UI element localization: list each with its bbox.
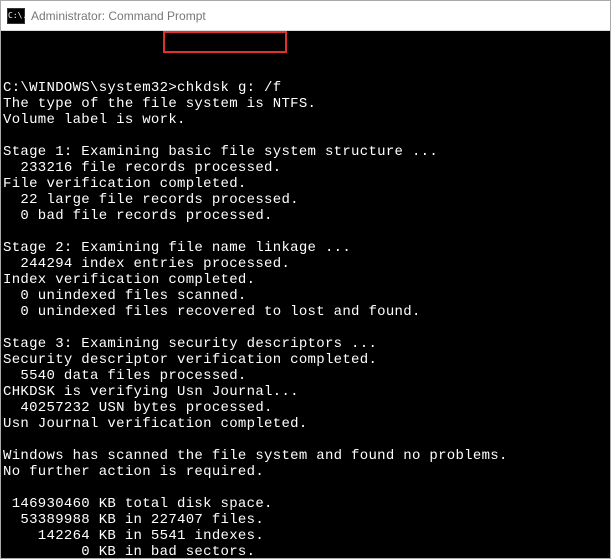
window-title: Administrator: Command Prompt <box>31 9 206 23</box>
typed-command: chkdsk g: /f <box>177 80 281 96</box>
terminal-output: The type of the file system is NTFS. Vol… <box>3 96 508 558</box>
prompt-line: C:\WINDOWS\system32>chkdsk g: /f <box>3 80 608 96</box>
app-icon: C:\. <box>7 8 25 24</box>
command-prompt-window: C:\. Administrator: Command Prompt C:\WI… <box>0 0 611 559</box>
titlebar[interactable]: C:\. Administrator: Command Prompt <box>1 1 610 31</box>
prompt-text: C:\WINDOWS\system32> <box>3 80 177 96</box>
command-highlight-box <box>163 31 287 53</box>
terminal-area[interactable]: C:\WINDOWS\system32>chkdsk g: /fThe type… <box>1 31 610 558</box>
